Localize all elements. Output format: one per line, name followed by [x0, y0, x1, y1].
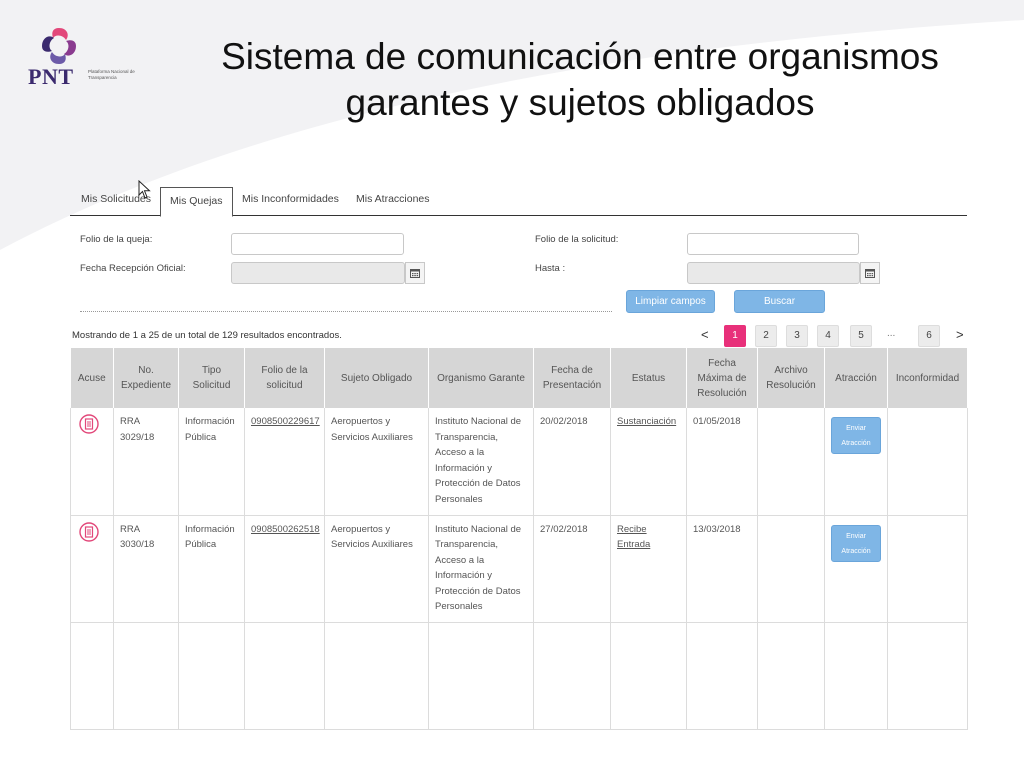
organismo-cell: Instituto Nacional de Transparencia, Acc…: [428, 515, 534, 623]
pnt-logo-mark-icon: [42, 28, 76, 64]
header-estatus: Estatus: [610, 348, 687, 408]
header-archivo-resolucion: Archivo Resolución: [757, 348, 825, 408]
slide-title-line-1: Sistema de comunicación entre organismos: [221, 36, 939, 77]
fecha-presentacion-cell: 27/02/2018: [533, 515, 611, 623]
estatus-link[interactable]: Recibe Entrada: [617, 524, 650, 551]
folio-solicitud-label: Folio de la solicitud:: [535, 234, 619, 245]
expediente-cell: RRA 3029/18: [113, 408, 179, 516]
estatus-link[interactable]: Sustanciación: [617, 416, 676, 427]
table-row: RRA 3029/18 Información Pública 09085002…: [70, 408, 968, 516]
partial-cell: [533, 622, 611, 730]
estatus-cell: Recibe Entrada: [610, 515, 687, 623]
folio-link[interactable]: 0908500229617: [251, 416, 320, 427]
filter-divider: [80, 311, 612, 312]
fecha-maxima-cell: 01/05/2018: [686, 408, 758, 516]
hasta-calendar-button[interactable]: [860, 262, 880, 284]
header-atraccion: Atracción: [824, 348, 888, 408]
tipo-cell: Información Pública: [178, 408, 245, 516]
partial-cell: [686, 622, 758, 730]
partial-cell: [324, 622, 429, 730]
page-button-3[interactable]: 3: [786, 325, 808, 347]
page-button-last[interactable]: 6: [918, 325, 940, 347]
folio-cell: 0908500262518: [244, 515, 325, 623]
expediente-cell: RRA 3030/18: [113, 515, 179, 623]
folio-cell: 0908500229617: [244, 408, 325, 516]
folio-solicitud-input[interactable]: [687, 233, 859, 255]
folio-link[interactable]: 0908500262518: [251, 524, 320, 535]
organismo-cell: Instituto Nacional de Transparencia, Acc…: [428, 408, 534, 516]
calendar-icon: [410, 269, 420, 278]
atraccion-cell: Enviar Atracción: [824, 408, 888, 516]
tab-mis-quejas[interactable]: Mis Quejas: [160, 187, 233, 217]
header-inconformidad: Inconformidad: [887, 348, 968, 408]
pagination-prev[interactable]: <: [701, 327, 709, 342]
quejas-table: Acuse No. Expediente Tipo Solicitud Foli…: [70, 348, 968, 730]
slide-title-line-2: garantes y sujetos obligados: [345, 82, 815, 123]
hasta-label: Hasta :: [535, 263, 566, 274]
archivo-cell: [757, 515, 825, 623]
header-sujeto-obligado: Sujeto Obligado: [324, 348, 429, 408]
partial-cell: [113, 622, 179, 730]
document-acknowledgement-icon[interactable]: [79, 414, 99, 434]
header-folio: Folio de la solicitud: [244, 348, 325, 408]
acuse-cell: [70, 515, 114, 623]
inconformidad-cell: [887, 408, 968, 516]
header-fecha-presentacion: Fecha de Presentación: [533, 348, 611, 408]
fecha-presentacion-cell: 20/02/2018: [533, 408, 611, 516]
fecha-maxima-cell: 13/03/2018: [686, 515, 758, 623]
calendar-icon: [865, 269, 875, 278]
tab-bar: Mis Solicitudes Mis Quejas Mis Inconform…: [70, 186, 967, 217]
inconformidad-cell: [887, 515, 968, 623]
folio-queja-label: Folio de la queja:: [80, 234, 153, 245]
buscar-button[interactable]: Buscar: [734, 290, 825, 313]
limpiar-campos-button[interactable]: Limpiar campos: [626, 290, 715, 313]
slide-title: Sistema de comunicación entre organismos…: [150, 34, 1010, 126]
enviar-atraccion-button[interactable]: Enviar Atracción: [831, 417, 881, 454]
results-summary: Mostrando de 1 a 25 de un total de 129 r…: [72, 330, 342, 341]
folio-queja-input[interactable]: [231, 233, 404, 255]
table-row: RRA 3030/18 Información Pública 09085002…: [70, 515, 968, 623]
tipo-cell: Información Pública: [178, 515, 245, 623]
pagination-next[interactable]: >: [956, 327, 964, 342]
tab-mis-atracciones[interactable]: Mis Atracciones: [356, 193, 430, 217]
table-row-partial: [70, 622, 968, 730]
page-button-1[interactable]: 1: [724, 325, 746, 347]
partial-cell: [70, 622, 114, 730]
pnt-logo: PNT Plataforma Nacional de Transparencia: [28, 24, 138, 94]
partial-cell: [887, 622, 968, 730]
archivo-cell: [757, 408, 825, 516]
fecha-recepcion-calendar-button[interactable]: [405, 262, 425, 284]
atraccion-cell: Enviar Atracción: [824, 515, 888, 623]
header-expediente: No. Expediente: [113, 348, 179, 408]
mouse-cursor-icon: [138, 180, 151, 199]
table-header-row: Acuse No. Expediente Tipo Solicitud Foli…: [70, 348, 968, 408]
header-tipo-solicitud: Tipo Solicitud: [178, 348, 245, 408]
header-fecha-maxima: Fecha Máxima de Resolución: [686, 348, 758, 408]
page-button-4[interactable]: 4: [817, 325, 839, 347]
fecha-recepcion-input[interactable]: [231, 262, 405, 284]
partial-cell: [610, 622, 687, 730]
sujeto-cell: Aeropuertos y Servicios Auxiliares: [324, 515, 429, 623]
fecha-recepcion-label: Fecha Recepción Oficial:: [80, 263, 186, 274]
partial-cell: [428, 622, 534, 730]
enviar-atraccion-button[interactable]: Enviar Atracción: [831, 524, 881, 562]
partial-cell: [824, 622, 888, 730]
page-button-2[interactable]: 2: [755, 325, 777, 347]
header-acuse: Acuse: [70, 348, 114, 408]
partial-cell: [178, 622, 245, 730]
header-organismo-garante: Organismo Garante: [428, 348, 534, 408]
acuse-cell: [70, 408, 114, 516]
document-acknowledgement-icon[interactable]: [79, 521, 99, 542]
sujeto-cell: Aeropuertos y Servicios Auxiliares: [324, 408, 429, 516]
pnt-logo-subtitle: Plataforma Nacional de Transparencia: [88, 69, 135, 80]
pnt-logo-text: PNT: [28, 64, 74, 89]
page-button-5[interactable]: 5: [850, 325, 872, 347]
partial-cell: [244, 622, 325, 730]
tab-mis-inconformidades[interactable]: Mis Inconformidades: [242, 193, 339, 217]
pagination-ellipsis: ...: [887, 328, 896, 339]
partial-cell: [757, 622, 825, 730]
estatus-cell: Sustanciación: [610, 408, 687, 516]
hasta-input[interactable]: [687, 262, 860, 284]
